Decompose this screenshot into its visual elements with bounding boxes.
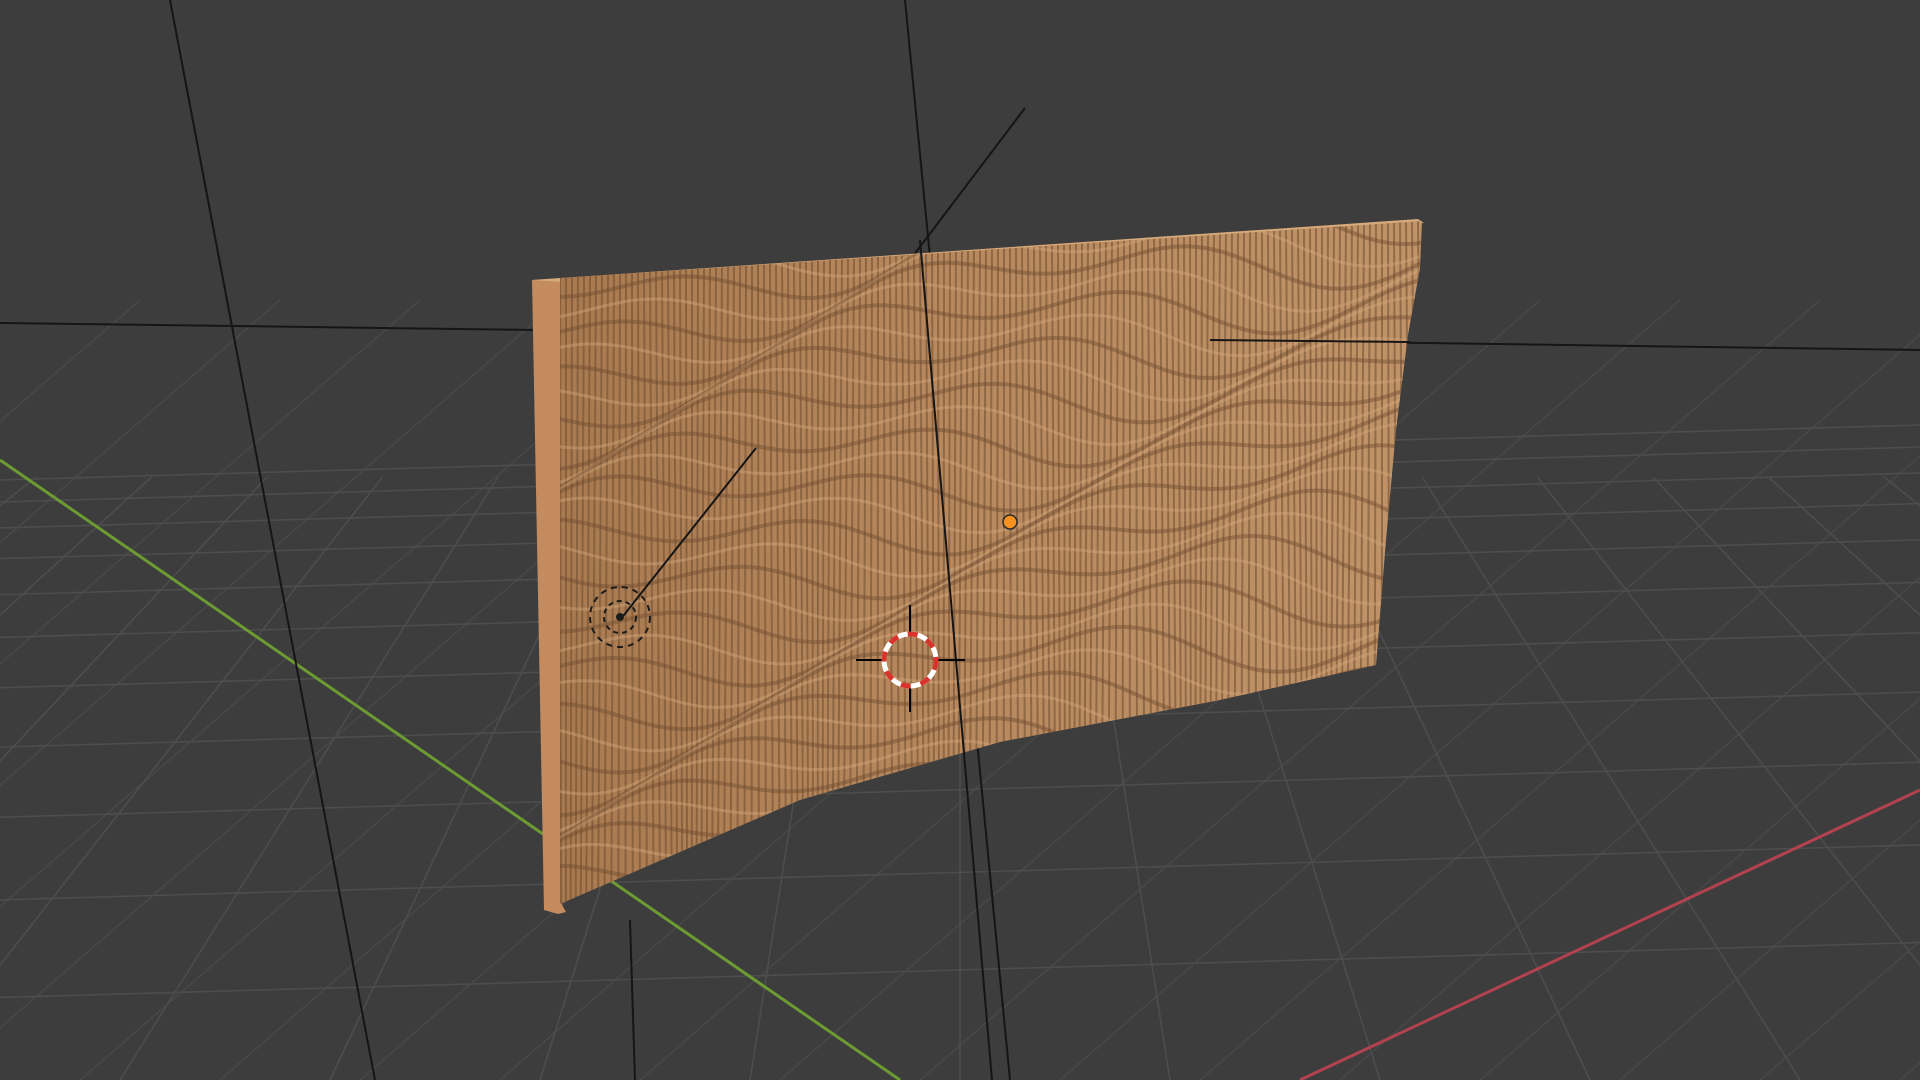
- grid-line: [0, 299, 141, 423]
- panel-object[interactable]: [532, 132, 1427, 914]
- origin-dot-icon: [1002, 514, 1018, 530]
- grid-line: [1759, 940, 1920, 1080]
- slat-line: [1424, 221, 1427, 664]
- viewport-canvas[interactable]: [0, 0, 1920, 1080]
- grid-line: [0, 299, 281, 544]
- grid-line: [1536, 476, 1920, 967]
- slat-line: [569, 277, 573, 901]
- grid-line: [1421, 476, 1801, 1080]
- grid-line: [0, 299, 561, 787]
- slat-line: [1247, 232, 1251, 713]
- x-axis-line: [1299, 788, 1920, 1080]
- slat-line: [1135, 240, 1138, 745]
- grid-line: [1652, 476, 1920, 763]
- slat-line: [695, 268, 699, 866]
- grid-line: [1339, 576, 1920, 1080]
- grid-line: [0, 476, 153, 617]
- slat-line: [883, 256, 886, 815]
- grid-line: [0, 476, 37, 507]
- grid-line: [1899, 1061, 1920, 1080]
- grid-line: [119, 476, 499, 1080]
- grid-line: [0, 299, 421, 665]
- wave-contour: [560, 221, 1422, 235]
- 3d-viewport[interactable]: [0, 0, 1920, 1080]
- slat-line: [1121, 240, 1125, 748]
- grid-line: [1883, 476, 1920, 507]
- grid-line: [0, 476, 268, 763]
- slat-line: [1009, 248, 1012, 780]
- grid-line: [1619, 819, 1920, 1080]
- slat-line: [560, 277, 563, 904]
- slat-line: [1417, 221, 1422, 666]
